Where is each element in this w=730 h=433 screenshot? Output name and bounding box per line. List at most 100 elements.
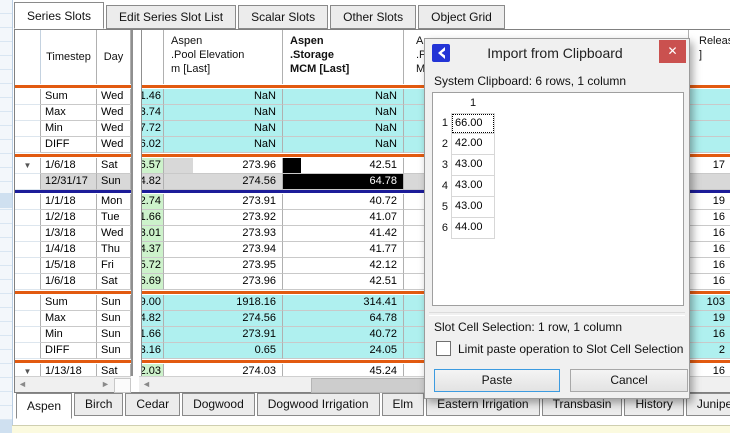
header-aspen-pool-elevation[interactable]: Aspen .Pool Elevation m [Last] bbox=[164, 30, 283, 84]
day-cell[interactable]: Sun bbox=[97, 327, 131, 343]
clipped-value-cell[interactable]: 6.69 bbox=[139, 274, 164, 290]
object-tab-elm[interactable]: Elm bbox=[382, 393, 425, 416]
clipped-value-cell[interactable]: 7.72 bbox=[139, 121, 164, 137]
release-cell[interactable] bbox=[689, 89, 730, 105]
pool-elevation-cell[interactable]: 273.96 bbox=[164, 158, 283, 174]
object-tab-dogwood[interactable]: Dogwood bbox=[182, 393, 255, 416]
pool-elevation-cell[interactable]: 273.95 bbox=[164, 258, 283, 274]
day-cell[interactable]: Sun bbox=[97, 343, 131, 359]
grid-value-cell[interactable]: 43.00 bbox=[451, 176, 495, 197]
release-cell[interactable]: 19 bbox=[689, 311, 730, 327]
pool-elevation-cell[interactable]: 274.56 bbox=[164, 311, 283, 327]
release-cell[interactable] bbox=[689, 121, 730, 137]
release-cell[interactable]: 17 bbox=[689, 158, 730, 174]
pool-elevation-cell[interactable]: 0.65 bbox=[164, 343, 283, 359]
hscroll-thumb[interactable] bbox=[311, 378, 429, 393]
storage-cell[interactable]: NaN bbox=[283, 137, 404, 153]
scroll-left-icon[interactable]: ◄ bbox=[15, 377, 30, 392]
grid-value-cell[interactable]: 42.00 bbox=[451, 134, 495, 155]
limit-paste-checkbox-label[interactable]: Limit paste operation to Slot Cell Selec… bbox=[458, 342, 683, 356]
scroll-left-icon[interactable]: ◄ bbox=[139, 377, 154, 392]
header-release-column[interactable]: Release ] bbox=[689, 30, 730, 84]
timestep-cell[interactable]: 12/31/17 bbox=[41, 174, 97, 190]
grid-value-cell[interactable]: 66.00 bbox=[451, 113, 495, 134]
grid-value-cell[interactable]: 43.00 bbox=[451, 155, 495, 176]
pool-elevation-cell[interactable]: 273.96 bbox=[164, 274, 283, 290]
release-cell[interactable]: 16 bbox=[689, 226, 730, 242]
object-tab-dogwood-irrigation[interactable]: Dogwood Irrigation bbox=[257, 393, 380, 416]
timestep-cell[interactable]: Max bbox=[41, 105, 97, 121]
timestep-cell[interactable]: 1/4/18 bbox=[41, 242, 97, 258]
storage-cell[interactable]: 42.51 bbox=[283, 274, 404, 290]
timestep-cell[interactable]: 1/5/18 bbox=[41, 258, 97, 274]
release-cell[interactable]: 19 bbox=[689, 194, 730, 210]
limit-paste-checkbox[interactable] bbox=[436, 341, 451, 356]
grid-value-cell[interactable]: 44.00 bbox=[451, 218, 495, 239]
timestep-cell[interactable]: 1/3/18 bbox=[41, 226, 97, 242]
timestep-cell[interactable]: 1/6/18 bbox=[41, 158, 97, 174]
day-cell[interactable]: Wed bbox=[97, 121, 131, 137]
pool-elevation-cell[interactable]: 273.91 bbox=[164, 194, 283, 210]
day-cell[interactable]: Wed bbox=[97, 105, 131, 121]
release-cell[interactable] bbox=[689, 137, 730, 153]
storage-cell[interactable]: 42.51 bbox=[283, 158, 404, 174]
storage-cell[interactable]: 64.78 bbox=[283, 311, 404, 327]
clipped-value-cell[interactable]: 4.82 bbox=[139, 311, 164, 327]
timestep-cell[interactable]: DIFF bbox=[41, 343, 97, 359]
object-tab-birch[interactable]: Birch bbox=[74, 393, 123, 416]
pool-elevation-cell[interactable]: 273.93 bbox=[164, 226, 283, 242]
header-clipped-column[interactable] bbox=[139, 30, 164, 84]
timestep-cell[interactable]: Sum bbox=[41, 295, 97, 311]
timestep-cell[interactable]: 1/2/18 bbox=[41, 210, 97, 226]
pool-elevation-cell[interactable]: 274.56 bbox=[164, 174, 283, 190]
tab-other-slots[interactable]: Other Slots bbox=[330, 5, 416, 29]
dialog-title-bar[interactable]: Import from Clipboard ✕ bbox=[425, 39, 689, 67]
timestep-cell[interactable]: Sum bbox=[41, 89, 97, 105]
header-day[interactable]: Day bbox=[97, 30, 131, 84]
row-expander-icon[interactable]: ▼ bbox=[15, 158, 41, 174]
clipped-value-cell[interactable]: 4.82 bbox=[139, 174, 164, 190]
release-cell[interactable]: 16 bbox=[689, 210, 730, 226]
pool-elevation-cell[interactable]: NaN bbox=[164, 121, 283, 137]
close-icon[interactable]: ✕ bbox=[659, 40, 686, 63]
timestep-cell[interactable]: Max bbox=[41, 311, 97, 327]
tab-object-grid[interactable]: Object Grid bbox=[418, 5, 505, 29]
release-cell[interactable]: 16 bbox=[689, 242, 730, 258]
pool-elevation-cell[interactable]: NaN bbox=[164, 105, 283, 121]
pool-elevation-cell[interactable]: 1918.16 bbox=[164, 295, 283, 311]
release-cell[interactable]: 103 bbox=[689, 295, 730, 311]
storage-cell[interactable]: NaN bbox=[283, 121, 404, 137]
tab-scalar-slots[interactable]: Scalar Slots bbox=[238, 5, 328, 29]
clipped-value-cell[interactable]: 5.72 bbox=[139, 258, 164, 274]
storage-cell[interactable]: 314.41 bbox=[283, 295, 404, 311]
clipped-value-cell[interactable]: 9.00 bbox=[139, 295, 164, 311]
storage-cell[interactable]: 64.78 bbox=[283, 174, 404, 190]
storage-cell[interactable]: 42.12 bbox=[283, 258, 404, 274]
tab-series-slots[interactable]: Series Slots bbox=[14, 2, 104, 29]
timestep-cell[interactable]: Min bbox=[41, 327, 97, 343]
timestep-cell[interactable]: 1/1/18 bbox=[41, 194, 97, 210]
day-cell[interactable]: Wed bbox=[97, 89, 131, 105]
storage-cell[interactable]: 41.77 bbox=[283, 242, 404, 258]
day-cell[interactable]: Mon bbox=[97, 194, 131, 210]
release-cell[interactable]: 16 bbox=[689, 258, 730, 274]
paste-button[interactable]: Paste bbox=[434, 369, 560, 392]
day-cell[interactable]: Tue bbox=[97, 210, 131, 226]
day-cell[interactable]: Sun bbox=[97, 311, 131, 327]
object-tab-cedar[interactable]: Cedar bbox=[125, 393, 180, 416]
day-cell[interactable]: Fri bbox=[97, 258, 131, 274]
storage-cell[interactable]: NaN bbox=[283, 105, 404, 121]
release-cell[interactable]: 16 bbox=[689, 327, 730, 343]
day-cell[interactable]: Wed bbox=[97, 226, 131, 242]
object-tab-juniper-irrigation[interactable]: Juniper Irrigation bbox=[686, 393, 730, 416]
object-tab-aspen[interactable]: Aspen bbox=[16, 393, 72, 419]
day-cell[interactable]: Sat bbox=[97, 274, 131, 290]
pool-elevation-cell[interactable]: 273.91 bbox=[164, 327, 283, 343]
tab-edit-series-slot-list[interactable]: Edit Series Slot List bbox=[106, 5, 236, 29]
timestep-cell[interactable]: DIFF bbox=[41, 137, 97, 153]
day-cell[interactable]: Wed bbox=[97, 137, 131, 153]
clipped-value-cell[interactable]: 1.66 bbox=[139, 327, 164, 343]
storage-cell[interactable]: 40.72 bbox=[283, 194, 404, 210]
frozen-pane-hscrollbar[interactable]: ◄ ► bbox=[15, 376, 131, 392]
clipped-value-cell[interactable]: 3.74 bbox=[139, 105, 164, 121]
